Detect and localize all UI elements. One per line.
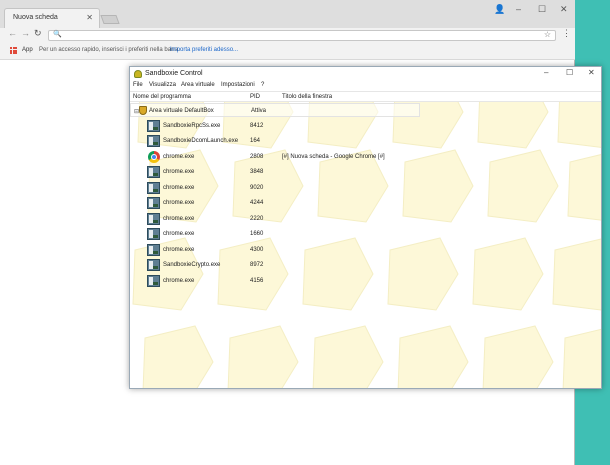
process-name: chrome.exe (163, 247, 195, 253)
search-icon: 🔍 (53, 31, 62, 38)
process-pid: 9020 (250, 185, 264, 191)
sandboxie-logo-icon (134, 70, 142, 78)
menu-view[interactable]: Visualizza (149, 82, 176, 88)
process-pid: 164 (250, 138, 261, 144)
window-title: Sandboxie Control (145, 70, 203, 77)
process-row[interactable]: chrome.exe 4244 (130, 196, 601, 211)
address-bar[interactable]: 🔍 ☆ (48, 30, 556, 41)
process-name: SandboxieCrypto.exe (163, 262, 221, 268)
tab-title: Nuova scheda (13, 14, 58, 21)
process-row[interactable]: chrome.exe 1660 (130, 227, 601, 242)
list-header: Nome del programma PID Titolo della fine… (130, 91, 601, 102)
process-row[interactable]: chrome.exe 2808 [#] Nuova scheda - Googl… (130, 150, 601, 165)
process-name: SandboxieRpcSs.exe (163, 123, 221, 129)
browser-toolbar: ← → ↻ 🔍 ☆ ⋮ (0, 28, 575, 42)
process-pid: 2808 (250, 154, 264, 160)
process-pid: 2220 (250, 216, 264, 222)
process-list: ⊟ Area virtuale DefaultBox Attiva Sandbo… (130, 102, 601, 388)
process-pid: 4244 (250, 200, 264, 206)
sb-minimize-button[interactable]: – (544, 68, 548, 77)
menu-bar: File Visualizza Area virtuale Impostazio… (130, 81, 601, 91)
process-window-title: [#] Nuova scheda - Google Chrome [#] (282, 154, 385, 160)
tab-close-icon[interactable]: ✕ (86, 13, 93, 22)
bookmarks-hint: Per un accesso rapido, inserisci i prefe… (39, 47, 181, 53)
program-icon (147, 182, 160, 194)
minimize-button[interactable]: – (516, 4, 521, 14)
sb-maximize-button[interactable]: ☐ (566, 68, 573, 77)
column-header-pid[interactable]: PID (250, 94, 260, 100)
program-icon (147, 166, 160, 178)
apps-grid-icon[interactable] (10, 47, 17, 54)
maximize-button[interactable]: ☐ (538, 4, 546, 15)
menu-help[interactable]: ? (261, 82, 264, 88)
tab-new-tab[interactable]: Nuova scheda ✕ (4, 8, 100, 28)
program-icon (147, 259, 160, 271)
program-icon (147, 213, 160, 225)
program-icon (147, 120, 160, 132)
process-row[interactable]: SandboxieDcomLaunch.exe 164 (130, 134, 601, 149)
chrome-icon (148, 151, 160, 163)
program-icon (147, 275, 160, 287)
sb-close-button[interactable]: ✕ (588, 68, 595, 77)
menu-sandbox[interactable]: Area virtuale (181, 82, 215, 88)
sandboxie-titlebar[interactable]: Sandboxie Control – ☐ ✕ (130, 67, 601, 81)
process-name: chrome.exe (163, 185, 195, 191)
menu-settings[interactable]: Impostazioni (221, 82, 255, 88)
process-name: SandboxieDcomLaunch.exe (163, 138, 239, 144)
process-row[interactable]: SandboxieCrypto.exe 8972 (130, 258, 601, 273)
user-icon[interactable]: 👤 (494, 4, 505, 15)
sandbox-row-defaultbox[interactable]: ⊟ Area virtuale DefaultBox Attiva (130, 103, 420, 117)
column-header-program[interactable]: Nome del programma (133, 94, 191, 100)
apps-label[interactable]: App (22, 47, 33, 53)
menu-file[interactable]: File (133, 82, 143, 88)
process-pid: 8412 (250, 123, 264, 129)
menu-icon[interactable]: ⋮ (562, 28, 571, 39)
program-icon (147, 197, 160, 209)
process-pid: 3848 (250, 169, 264, 175)
reload-icon[interactable]: ↻ (34, 28, 42, 39)
process-pid: 4156 (250, 278, 264, 284)
new-tab-button[interactable] (100, 15, 120, 24)
process-name: chrome.exe (163, 216, 195, 222)
sandbox-icon (139, 106, 147, 115)
process-name: chrome.exe (163, 278, 195, 284)
import-bookmarks-link[interactable]: Importa preferiti adesso... (170, 47, 238, 53)
forward-arrow-icon[interactable]: → (21, 28, 30, 38)
bookmarks-bar: App Per un accesso rapido, inserisci i p… (0, 42, 575, 60)
process-name: chrome.exe (163, 169, 195, 175)
program-icon (147, 135, 160, 147)
column-header-window-title[interactable]: Titolo della finestra (282, 94, 332, 100)
process-row[interactable]: chrome.exe 3848 (130, 165, 601, 180)
sandbox-status: Attiva (251, 108, 267, 114)
program-icon (147, 228, 160, 240)
bookmark-star-icon[interactable]: ☆ (544, 30, 551, 39)
process-name: chrome.exe (163, 200, 195, 206)
process-row[interactable]: chrome.exe 4300 (130, 243, 601, 258)
process-name: chrome.exe (163, 154, 195, 160)
process-row[interactable]: chrome.exe 2220 (130, 212, 601, 227)
tab-strip: Nuova scheda ✕ 👤 – ☐ ✕ (0, 0, 575, 28)
process-pid: 1660 (250, 231, 264, 237)
process-name: chrome.exe (163, 231, 195, 237)
sandboxie-window: Sandboxie Control – ☐ ✕ File Visualizza … (129, 66, 602, 389)
sandbox-name: Area virtuale DefaultBox (149, 108, 214, 114)
process-row[interactable]: chrome.exe 9020 (130, 181, 601, 196)
close-button[interactable]: ✕ (560, 4, 568, 15)
back-arrow-icon[interactable]: ← (8, 28, 17, 38)
process-pid: 8972 (250, 262, 264, 268)
process-row[interactable]: chrome.exe 4156 (130, 274, 601, 289)
process-pid: 4300 (250, 247, 264, 253)
program-icon (147, 244, 160, 256)
process-row[interactable]: SandboxieRpcSs.exe 8412 (130, 119, 601, 134)
